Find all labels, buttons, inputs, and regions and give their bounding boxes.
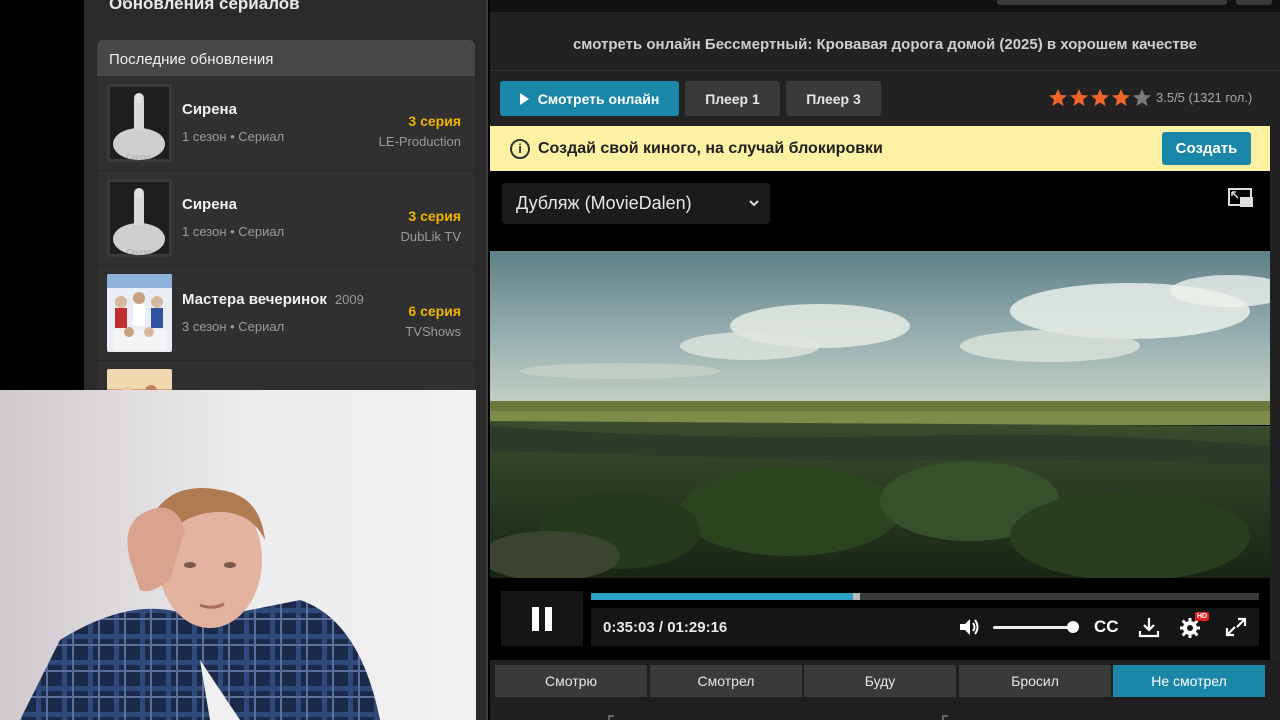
update-title-text[interactable]: Сирена bbox=[182, 101, 237, 118]
poster-caption: Сирена bbox=[127, 154, 152, 161]
update-episode: 3 серия bbox=[408, 113, 461, 129]
status-tab-watching[interactable]: Смотрю bbox=[495, 665, 647, 697]
video-frame[interactable] bbox=[490, 251, 1270, 578]
hd-badge: HD bbox=[1195, 612, 1210, 621]
poster-thumbnail[interactable]: Сирена bbox=[107, 179, 172, 257]
update-studio: DubLik TV bbox=[400, 229, 461, 244]
star-icon[interactable] bbox=[1132, 88, 1152, 107]
progress-fill bbox=[591, 593, 853, 600]
update-meta: 1 сезон • Сериал bbox=[182, 129, 285, 144]
update-item-1[interactable]: Сирена Сирена 1 сезон • Сериал 3 серия L… bbox=[97, 76, 475, 171]
divider bbox=[608, 715, 614, 720]
star-icon[interactable] bbox=[1090, 88, 1110, 107]
volume-handle[interactable] bbox=[1067, 621, 1079, 633]
latest-updates-title: Последние обновления bbox=[97, 40, 475, 76]
progress-bar[interactable] bbox=[591, 593, 1259, 600]
divider bbox=[490, 70, 1280, 71]
create-button[interactable]: Создать bbox=[1162, 132, 1251, 165]
pause-button[interactable] bbox=[501, 591, 583, 646]
update-meta: 3 сезон • Сериал bbox=[182, 319, 285, 334]
update-studio: TVShows bbox=[405, 324, 461, 339]
time-display: 0:35:03 / 01:29:16 bbox=[603, 619, 728, 636]
status-tab-not-watched[interactable]: Не смотрел bbox=[1113, 665, 1265, 697]
rating-stars[interactable] bbox=[1048, 88, 1152, 107]
update-title[interactable]: Сирена bbox=[182, 196, 237, 213]
update-episode: 6 серия bbox=[408, 303, 461, 319]
watch-online-button[interactable]: Смотреть онлайн bbox=[500, 81, 679, 116]
update-studio: LE-Production bbox=[378, 134, 461, 149]
info-icon: i bbox=[510, 139, 530, 159]
fullscreen-icon[interactable] bbox=[1224, 616, 1248, 638]
volume-slider[interactable] bbox=[993, 621, 1079, 633]
download-icon[interactable] bbox=[1137, 616, 1161, 638]
volume-icon[interactable] bbox=[957, 616, 981, 638]
player-1-button[interactable]: Плеер 1 bbox=[685, 81, 780, 116]
status-tab-dropped[interactable]: Бросил bbox=[959, 665, 1111, 697]
update-title-text[interactable]: Мастера вечеринок bbox=[182, 291, 327, 308]
video-player[interactable]: Дубляж (MovieDalen) 0:35:03 / 01:29:16 C… bbox=[490, 171, 1270, 660]
update-title-text[interactable]: Сирена bbox=[182, 196, 237, 213]
divider bbox=[942, 715, 948, 720]
update-item-3[interactable]: Мастера вечеринок 2009 3 сезон • Сериал 6… bbox=[97, 266, 475, 361]
update-meta: 1 сезон • Сериал bbox=[182, 224, 285, 239]
update-year: 2009 bbox=[334, 292, 364, 307]
search-field[interactable] bbox=[997, 0, 1227, 5]
watch-online-label: Смотреть онлайн bbox=[537, 90, 660, 107]
status-tab-watched[interactable]: Смотрел bbox=[650, 665, 802, 697]
rating-text: 3.5/5 (1321 гол.) bbox=[1156, 90, 1253, 105]
star-icon[interactable] bbox=[1069, 88, 1089, 107]
pause-icon bbox=[532, 606, 552, 631]
watch-status-tabs: Смотрю Смотрел Буду Бросил Не смотрел bbox=[490, 660, 1280, 720]
dub-select[interactable]: Дубляж (MovieDalen) bbox=[502, 183, 770, 224]
star-icon[interactable] bbox=[1048, 88, 1068, 107]
update-title[interactable]: Сирена bbox=[182, 101, 237, 118]
update-item-2[interactable]: Сирена Сирена 1 сезон • Сериал 3 серия D… bbox=[97, 171, 475, 266]
cc-icon[interactable]: CC bbox=[1094, 617, 1122, 639]
dub-select-value: Дубляж (MovieDalen) bbox=[516, 193, 692, 213]
chevron-down-icon bbox=[749, 200, 759, 207]
page-title: смотреть онлайн Бессмертный: Кровавая до… bbox=[572, 36, 1198, 53]
update-title[interactable]: Мастера вечеринок 2009 bbox=[182, 291, 364, 308]
banner-text: Создай свой киного, на случай блокировки bbox=[538, 140, 883, 157]
page: Обновления сериалов Последние обновления… bbox=[0, 0, 1280, 720]
poster-thumbnail[interactable] bbox=[107, 274, 172, 352]
latest-updates-panel: Последние обновления Сирена Сирена 1 сез… bbox=[97, 40, 475, 400]
header-button[interactable] bbox=[1236, 0, 1272, 5]
update-episode: 3 серия bbox=[408, 208, 461, 224]
poster-caption: Сирена bbox=[127, 249, 152, 256]
poster-thumbnail[interactable]: Сирена bbox=[107, 84, 172, 162]
progress-buffer bbox=[852, 593, 860, 600]
control-bar: 0:35:03 / 01:29:16 CC HD bbox=[591, 608, 1259, 646]
play-icon bbox=[519, 92, 529, 105]
star-icon[interactable] bbox=[1111, 88, 1131, 107]
sidebar-section-title: Обновления сериалов bbox=[109, 0, 300, 13]
player-3-button[interactable]: Плеер 3 bbox=[786, 81, 881, 116]
mirror-banner: i Создай свой киного, на случай блокиров… bbox=[490, 126, 1270, 171]
status-tab-will-watch[interactable]: Буду bbox=[804, 665, 956, 697]
webcam-overlay bbox=[0, 390, 476, 720]
pip-icon[interactable] bbox=[1228, 188, 1254, 208]
settings-button[interactable]: HD bbox=[1179, 612, 1210, 640]
